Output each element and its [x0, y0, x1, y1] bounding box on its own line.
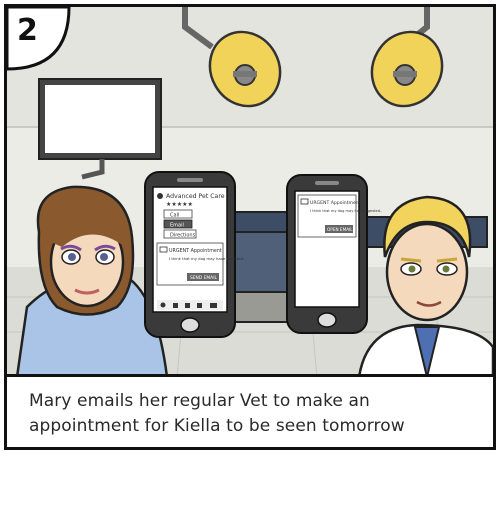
surgery-room-scene: Advanced Pet Care ★★★★★ Call Email Direc… [7, 7, 493, 377]
clinic-name: Advanced Pet Care [166, 193, 225, 200]
home-icon[interactable] [173, 303, 178, 308]
comic-panel: Advanced Pet Care ★★★★★ Call Email Direc… [4, 4, 496, 450]
notification-subject: URGENT Appointment [310, 200, 361, 206]
open-email-label: OPEN EMAIL [327, 227, 353, 232]
caption-text: Mary emails her regular Vet to make an a… [29, 391, 405, 436]
email-label: Email [170, 223, 184, 229]
dog-icon[interactable] [160, 302, 166, 308]
envelope-icon [159, 246, 168, 253]
envelope-icon [300, 198, 309, 205]
group-icon[interactable] [197, 303, 202, 308]
phone-left: Advanced Pet Care ★★★★★ Call Email Direc… [144, 171, 245, 338]
notification-body: I think that my dog may have ingested.. [310, 209, 382, 213]
directions-label: Directions [170, 233, 196, 239]
pet-icon[interactable] [185, 303, 190, 308]
clinic-rating: ★★★★★ [166, 201, 193, 208]
send-email-label: SEND EMAIL [190, 275, 217, 281]
call-label: Call [170, 213, 179, 219]
panel-number-text: 2 [17, 13, 38, 48]
compose-body: I think that my dog may have ingested.. [169, 256, 245, 261]
caption-box: Mary emails her regular Vet to make an a… [7, 374, 493, 447]
menu-icon[interactable] [210, 303, 217, 308]
compose-subject: URGENT Appointment [169, 248, 222, 254]
phone-right: URGENT Appointment I think that my dog m… [286, 174, 382, 334]
phone-nav-bar [157, 300, 223, 310]
